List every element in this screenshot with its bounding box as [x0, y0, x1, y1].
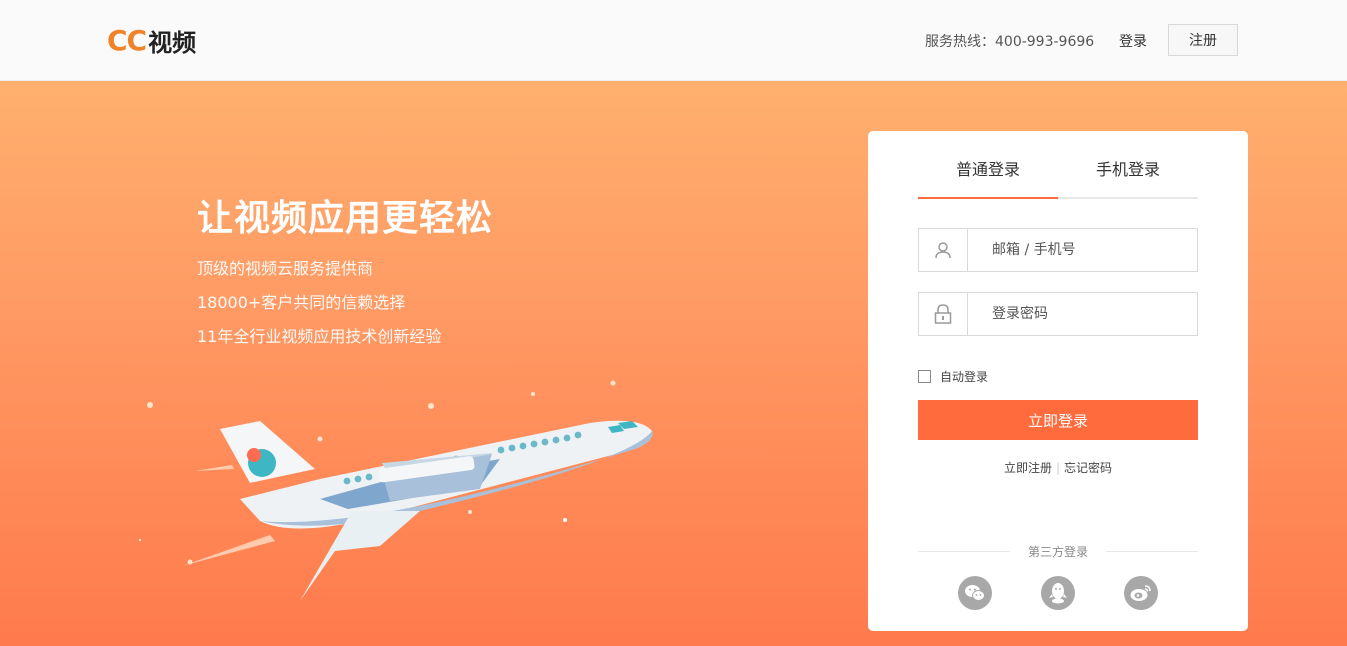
- forgot-password-link[interactable]: 忘记密码: [1064, 461, 1112, 475]
- hero-tagline-3: 11年全行业视频应用技术创新经验: [197, 327, 442, 346]
- tab-phone-login[interactable]: 手机登录: [1058, 149, 1198, 197]
- lock-icon: [919, 293, 968, 335]
- header-login-link[interactable]: 登录: [1119, 31, 1147, 51]
- hero-title: 让视频应用更轻松: [197, 198, 494, 239]
- divider-line: [918, 551, 1010, 552]
- login-submit-button[interactable]: 立即登录: [918, 400, 1198, 440]
- wechat-icon[interactable]: [958, 576, 992, 610]
- airplane-illustration: [98, 371, 680, 605]
- auto-login-row: 自动登录: [918, 368, 988, 385]
- qq-icon[interactable]: [1041, 576, 1075, 610]
- hero-tagline-1: 顶级的视频云服务提供商: [197, 259, 374, 278]
- login-card: 普通登录 手机登录 自动登录 立即登录 立即注册|忘记密码 第三方: [868, 131, 1248, 631]
- login-tabs: 普通登录 手机登录: [918, 149, 1198, 199]
- username-input[interactable]: [968, 241, 1184, 259]
- divider-line: [1106, 551, 1199, 552]
- password-field: [918, 292, 1198, 336]
- third-party-divider: 第三方登录: [918, 543, 1199, 560]
- auto-login-label[interactable]: 自动登录: [940, 368, 988, 385]
- link-separator: |: [1055, 461, 1061, 475]
- tab-normal-login[interactable]: 普通登录: [918, 149, 1058, 199]
- third-party-title: 第三方登录: [1028, 545, 1089, 559]
- user-icon: [919, 229, 968, 271]
- username-field: [918, 228, 1198, 272]
- register-link[interactable]: 立即注册: [1004, 461, 1052, 475]
- hotline-text: 服务热线：400-993-9696: [925, 34, 1095, 50]
- top-header: CC 视频 服务热线：400-993-9696 登录 注册: [0, 0, 1347, 81]
- logo[interactable]: CC 视频: [107, 23, 197, 57]
- header-register-button[interactable]: 注册: [1168, 24, 1238, 56]
- logo-mark: CC: [107, 23, 147, 57]
- hero-tagline-2: 18000+客户共同的信赖选择: [197, 293, 406, 312]
- airplane-icon: [98, 380, 653, 601]
- logo-text: 视频: [148, 28, 197, 57]
- weibo-icon[interactable]: [1124, 576, 1158, 610]
- login-links: 立即注册 | 忘记密码: [868, 459, 1248, 476]
- auto-login-checkbox[interactable]: [918, 370, 931, 383]
- password-input[interactable]: [968, 305, 1184, 323]
